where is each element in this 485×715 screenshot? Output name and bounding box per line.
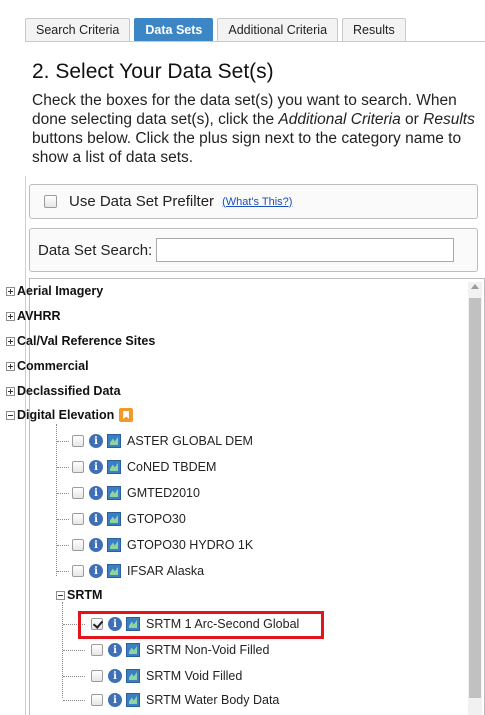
dataset-label: GTOPO30 HYDRO 1K bbox=[127, 538, 254, 552]
tree-category-digital-elevation[interactable]: Digital Elevation bbox=[6, 406, 134, 424]
selection-highlight-box bbox=[78, 611, 324, 639]
prefilter-checkbox[interactable] bbox=[44, 195, 57, 208]
prefilter-label: Use Data Set Prefilter bbox=[69, 193, 215, 210]
tree-connector bbox=[57, 493, 69, 494]
collapse-minus-icon[interactable] bbox=[56, 590, 65, 600]
tab-results[interactable]: Results bbox=[342, 18, 406, 42]
footprint-map-icon[interactable] bbox=[107, 538, 121, 552]
page-title: 2. Select Your Data Set(s) bbox=[32, 60, 274, 83]
dataset-search-input[interactable] bbox=[156, 238, 455, 262]
dataset-checkbox[interactable] bbox=[91, 644, 103, 656]
scroll-thumb[interactable] bbox=[469, 298, 481, 698]
footprint-map-icon[interactable] bbox=[126, 693, 140, 707]
tree-category[interactable]: Declassified Data bbox=[6, 382, 121, 400]
dataset-label: SRTM Void Filled bbox=[146, 669, 243, 683]
subcategory-label: SRTM bbox=[67, 588, 103, 602]
info-icon[interactable]: i bbox=[108, 669, 122, 683]
footprint-map-icon[interactable] bbox=[107, 486, 121, 500]
footprint-map-icon[interactable] bbox=[107, 434, 121, 448]
expand-plus-icon[interactable] bbox=[6, 286, 15, 296]
tab-divider bbox=[25, 41, 485, 42]
info-icon[interactable]: i bbox=[89, 460, 103, 474]
footprint-map-icon[interactable] bbox=[107, 512, 121, 526]
tree-connector bbox=[57, 441, 69, 442]
instructions-text: Check the boxes for the data set(s) you … bbox=[32, 92, 475, 166]
dataset-search-label: Data Set Search: bbox=[38, 241, 153, 259]
dataset-item[interactable]: i IFSAR Alaska bbox=[72, 561, 204, 581]
tree-connector bbox=[57, 467, 69, 468]
info-icon[interactable]: i bbox=[89, 564, 103, 578]
dataset-checkbox[interactable] bbox=[72, 513, 84, 525]
dataset-item[interactable]: i GTOPO30 HYDRO 1K bbox=[72, 535, 253, 555]
tree-connector bbox=[57, 545, 69, 546]
dataset-item[interactable]: i GTOPO30 bbox=[72, 509, 186, 529]
footprint-map-icon[interactable] bbox=[107, 564, 121, 578]
dataset-label: GTOPO30 bbox=[127, 512, 186, 526]
expand-plus-icon[interactable] bbox=[6, 361, 15, 371]
dataset-item[interactable]: i SRTM Void Filled bbox=[91, 666, 242, 686]
tree-category[interactable]: Commercial bbox=[6, 357, 89, 375]
expand-plus-icon[interactable] bbox=[6, 386, 15, 396]
panel-left-border bbox=[25, 176, 26, 715]
category-label: Digital Elevation bbox=[17, 408, 115, 422]
footprint-map-icon[interactable] bbox=[126, 643, 140, 657]
tree-connector bbox=[63, 650, 85, 651]
dataset-search-panel: Data Set Search: bbox=[29, 228, 478, 272]
dataset-item[interactable]: i SRTM Non-Void Filled bbox=[91, 640, 269, 660]
category-label: Commercial bbox=[17, 359, 89, 373]
dataset-label: SRTM Non-Void Filled bbox=[146, 643, 270, 657]
dataset-label: ASTER GLOBAL DEM bbox=[127, 434, 253, 448]
dataset-checkbox[interactable] bbox=[91, 670, 103, 682]
tree-category[interactable]: Cal/Val Reference Sites bbox=[6, 332, 155, 350]
tree-connector bbox=[57, 519, 69, 520]
collapse-minus-icon[interactable] bbox=[6, 410, 15, 420]
info-icon[interactable]: i bbox=[108, 693, 122, 707]
footprint-map-icon[interactable] bbox=[107, 460, 121, 474]
tree-category[interactable]: AVHRR bbox=[6, 307, 61, 325]
expand-plus-icon[interactable] bbox=[6, 336, 15, 346]
tab-bar: Search Criteria Data Sets Additional Cri… bbox=[25, 18, 410, 42]
tree-connector bbox=[56, 424, 57, 576]
info-icon[interactable]: i bbox=[89, 538, 103, 552]
info-icon[interactable]: i bbox=[89, 486, 103, 500]
dataset-label: SRTM Water Body Data bbox=[146, 693, 280, 707]
footprint-map-icon[interactable] bbox=[126, 669, 140, 683]
category-label: AVHRR bbox=[17, 309, 61, 323]
tab-search-criteria[interactable]: Search Criteria bbox=[25, 18, 131, 42]
dataset-checkbox[interactable] bbox=[72, 461, 84, 473]
info-icon[interactable]: i bbox=[89, 434, 103, 448]
tab-additional-criteria[interactable]: Additional Criteria bbox=[217, 18, 339, 42]
tree-connector bbox=[57, 571, 69, 572]
expand-plus-icon[interactable] bbox=[6, 311, 15, 321]
tree-connector bbox=[63, 676, 85, 677]
dataset-checkbox[interactable] bbox=[91, 694, 103, 706]
dataset-checkbox[interactable] bbox=[72, 487, 84, 499]
whats-this-link[interactable]: (What's This?) bbox=[222, 196, 292, 208]
tree-category[interactable]: Aerial Imagery bbox=[6, 282, 103, 300]
dataset-checkbox[interactable] bbox=[72, 435, 84, 447]
prefilter-panel: Use Data Set Prefilter (What's This?) bbox=[29, 184, 478, 219]
dataset-item[interactable]: i ASTER GLOBAL DEM bbox=[72, 431, 253, 451]
tree-connector bbox=[63, 700, 85, 701]
dataset-label: GMTED2010 bbox=[127, 486, 200, 500]
tab-data-sets[interactable]: Data Sets bbox=[134, 18, 214, 42]
category-label: Cal/Val Reference Sites bbox=[17, 334, 156, 348]
tree-scrollbar[interactable] bbox=[468, 282, 482, 715]
tree-subcategory-srtm[interactable]: SRTM bbox=[56, 586, 102, 604]
dataset-checkbox[interactable] bbox=[72, 565, 84, 577]
dataset-item[interactable]: i GMTED2010 bbox=[72, 483, 200, 503]
dataset-label: CoNED TBDEM bbox=[127, 460, 217, 474]
bookmark-icon[interactable] bbox=[119, 408, 134, 422]
dataset-checkbox[interactable] bbox=[72, 539, 84, 551]
info-icon[interactable]: i bbox=[89, 512, 103, 526]
dataset-item[interactable]: i SRTM Water Body Data bbox=[91, 690, 279, 710]
category-label: Declassified Data bbox=[17, 384, 121, 398]
dataset-item[interactable]: i CoNED TBDEM bbox=[72, 457, 216, 477]
info-icon[interactable]: i bbox=[108, 643, 122, 657]
dataset-label: IFSAR Alaska bbox=[127, 564, 205, 578]
scroll-up-arrow-icon[interactable] bbox=[471, 284, 479, 289]
category-label: Aerial Imagery bbox=[17, 284, 104, 298]
